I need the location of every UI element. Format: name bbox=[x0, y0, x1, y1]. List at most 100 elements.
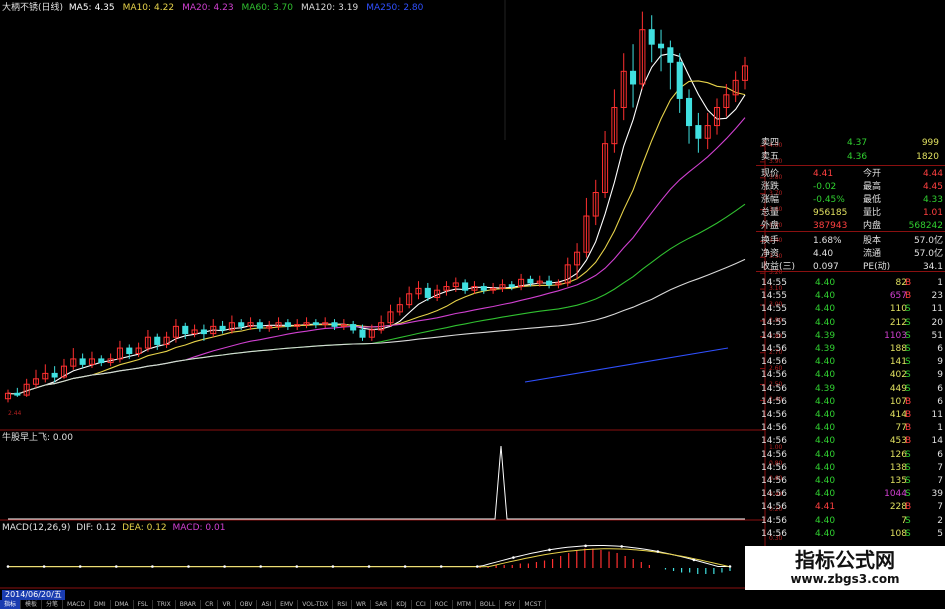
quote-separator bbox=[756, 271, 945, 272]
trade-n: 11 bbox=[931, 410, 943, 420]
quote-stat-l2: 流通 bbox=[863, 249, 882, 259]
trade-t: 14:56 bbox=[761, 528, 787, 539]
indicator-tab[interactable]: 模板 bbox=[21, 600, 43, 609]
trade-t: 14:56 bbox=[761, 396, 787, 407]
candle-body bbox=[527, 278, 534, 284]
trade-s: B bbox=[905, 278, 912, 288]
trade-row: 14:55 4.40 82 B 1 bbox=[755, 277, 945, 290]
trade-s: S bbox=[905, 515, 911, 526]
ma-legend-value: 3.70 bbox=[272, 3, 293, 13]
quote-stat-row: 净资 4.40 流通 57.0亿 bbox=[755, 248, 945, 261]
quote-stat-l1: 涨跌 bbox=[761, 182, 780, 192]
quote-stat-l1: 现价 bbox=[761, 169, 780, 179]
ask4-price: 4.37 bbox=[847, 138, 868, 148]
quote-stat-l2: 股本 bbox=[863, 236, 882, 246]
trade-t: 14:55 bbox=[761, 317, 787, 328]
trade-n: 9 bbox=[937, 357, 943, 368]
indicator-tab[interactable]: 分笔 bbox=[42, 600, 64, 609]
trade-s: S bbox=[905, 330, 911, 341]
trade-t: 14:56 bbox=[761, 344, 787, 354]
indicator-tab[interactable]: MACD bbox=[63, 600, 91, 609]
quote-stat-row: 涨幅 -0.45% 最低 4.33 bbox=[755, 194, 945, 207]
indicator-tab[interactable]: 指标 bbox=[0, 600, 22, 609]
trade-t: 14:56 bbox=[761, 436, 787, 447]
indicator-tab[interactable]: PSY bbox=[500, 600, 521, 609]
quote-stat-v2: 4.45 bbox=[922, 182, 943, 192]
indicator-tab[interactable]: SAR bbox=[371, 600, 393, 609]
indicator-tab[interactable]: RSI bbox=[333, 600, 352, 609]
candle-body bbox=[648, 29, 655, 45]
signal-line bbox=[8, 445, 745, 520]
macd-dif-dot bbox=[692, 558, 696, 562]
trade-t: 14:56 bbox=[761, 383, 787, 394]
indicator-tab[interactable]: KDJ bbox=[392, 600, 412, 609]
trade-row: 14:56 4.39 188 S 6 bbox=[755, 343, 945, 356]
candle-body bbox=[695, 125, 702, 139]
indicator-tab[interactable]: VOL-TDX bbox=[298, 600, 334, 609]
trade-s: S bbox=[905, 344, 911, 354]
ma-legend-value: 3.19 bbox=[338, 3, 359, 13]
trade-row: 14:56 4.40 126 S 6 bbox=[755, 449, 945, 462]
axis-tick-label: 2.44 bbox=[8, 410, 22, 417]
macd-dif-dot bbox=[728, 565, 732, 568]
ask4-vol: 999 bbox=[921, 138, 939, 148]
trade-n: 6 bbox=[937, 449, 943, 460]
macd-header: MACD(12,26,9) DIF: 0.12 DEA: 0.12 MACD: … bbox=[2, 523, 228, 534]
indicator-tab[interactable]: ROC bbox=[431, 600, 453, 609]
indicator-tab[interactable]: VR bbox=[218, 600, 236, 609]
indicator-tab[interactable]: MCST bbox=[520, 600, 547, 609]
signal-value: : 0.00 bbox=[47, 433, 73, 443]
macd-dif-dot bbox=[367, 565, 371, 568]
candle-body bbox=[480, 286, 487, 291]
trade-s: S bbox=[905, 476, 911, 486]
trade-p: 4.40 bbox=[815, 396, 836, 407]
trade-p: 4.39 bbox=[815, 344, 836, 354]
macd-dif-dot bbox=[78, 565, 82, 568]
trade-row: 14:56 4.40 107 B 6 bbox=[755, 396, 945, 409]
indicator-tab[interactable]: FSL bbox=[134, 600, 154, 609]
main-header: 大柄不锈(日线) MA5: 4.35 MA10: 4.22 MA20: 4.23 MA60:… bbox=[2, 3, 434, 14]
candle-body bbox=[508, 284, 515, 288]
trade-s: S bbox=[905, 317, 911, 328]
ma-legend-item: MA120: bbox=[301, 3, 336, 13]
macd-macd: MACD: 0.01 bbox=[172, 523, 226, 533]
macd-dea-line bbox=[8, 548, 731, 568]
trade-row: 14:56 4.40 402 S 9 bbox=[755, 369, 945, 382]
trade-s: S bbox=[905, 357, 911, 368]
trade-t: 14:56 bbox=[761, 370, 787, 381]
indicator-tab[interactable]: OBV bbox=[236, 600, 258, 609]
quote-stat-row: 现价 4.41 今开 4.44 bbox=[755, 168, 945, 181]
quote-stat-l1: 涨幅 bbox=[761, 195, 780, 205]
indicator-tab[interactable]: TRIX bbox=[153, 600, 176, 609]
indicator-tab[interactable]: DMA bbox=[111, 600, 134, 609]
trade-s: B bbox=[905, 436, 912, 447]
trade-s: S bbox=[905, 462, 911, 473]
macd-dif-dot bbox=[115, 565, 118, 568]
indicator-tab[interactable]: EMV bbox=[276, 600, 299, 609]
indicator-tab[interactable]: WR bbox=[352, 600, 372, 609]
indicator-tab[interactable]: DMI bbox=[90, 600, 111, 609]
indicator-tab[interactable]: BRAR bbox=[176, 600, 202, 609]
indicator-tab[interactable]: BOLL bbox=[476, 600, 501, 609]
indicator-tab[interactable]: CR bbox=[201, 600, 219, 609]
candle-body bbox=[462, 282, 469, 291]
indicator-tab[interactable]: MTM bbox=[453, 600, 476, 609]
trade-row: 14:55 4.40 657 B 23 bbox=[755, 290, 945, 303]
trade-t: 14:55 bbox=[761, 291, 787, 302]
quote-stat-v1: 4.40 bbox=[813, 249, 834, 259]
quote-stat-l1: 净资 bbox=[761, 249, 780, 259]
indicator-tab[interactable]: ASI bbox=[257, 600, 277, 609]
trade-p: 4.40 bbox=[815, 489, 836, 500]
quote-stat-row: 总量 956185 量比 1.01 bbox=[755, 207, 945, 220]
quote-stat-v1: 4.41 bbox=[813, 169, 834, 179]
trade-n: 7 bbox=[937, 476, 943, 486]
trade-n: 9 bbox=[937, 370, 943, 381]
trade-n: 14 bbox=[931, 436, 943, 447]
quote-stat-l1: 收益(三) bbox=[761, 262, 796, 272]
macd-dif-dot bbox=[403, 565, 407, 568]
trade-n: 23 bbox=[931, 291, 943, 302]
indicator-tab[interactable]: CCI bbox=[412, 600, 431, 609]
trade-row: 14:56 4.40 138 S 7 bbox=[755, 462, 945, 475]
trade-t: 14:56 bbox=[761, 410, 787, 420]
candle-body bbox=[359, 329, 366, 338]
